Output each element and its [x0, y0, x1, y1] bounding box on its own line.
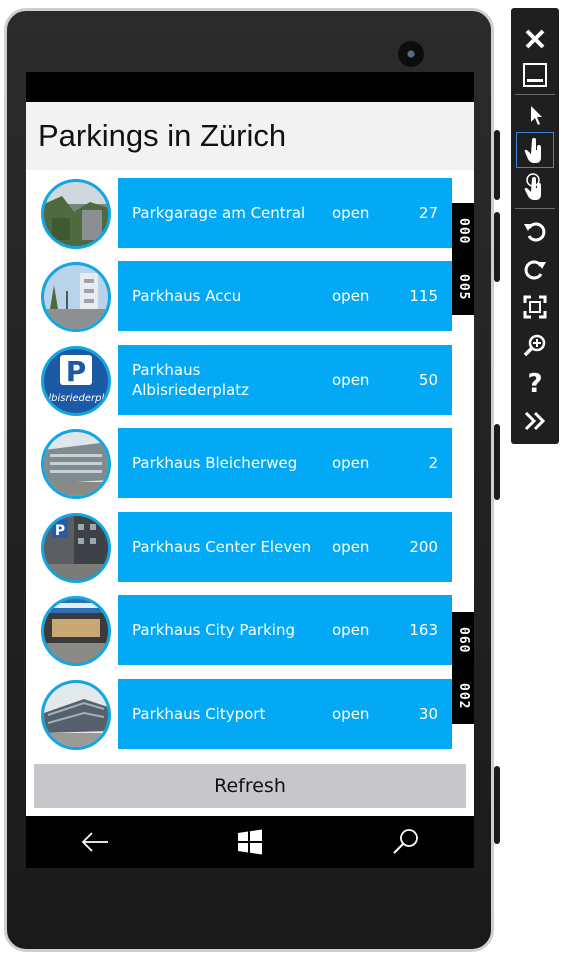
parking-list[interactable]: Parkgarage am Central open 27 Parkhaus A…	[26, 170, 474, 757]
parking-thumbnail	[41, 179, 111, 249]
page-title: Parkings in Zürich	[38, 118, 287, 153]
parking-free-count: 115	[409, 287, 438, 305]
close-button[interactable]	[517, 22, 553, 56]
refresh-area: Refresh	[26, 760, 474, 816]
more-tools-icon	[524, 411, 546, 431]
pointer-icon	[531, 106, 542, 125]
front-camera	[398, 41, 424, 67]
power-button[interactable]	[494, 424, 500, 500]
frame-counter: 000	[452, 203, 474, 259]
navigation-bar	[26, 816, 474, 868]
parking-status: open	[332, 705, 370, 723]
parking-card[interactable]: Parkhaus Accu open 115	[118, 261, 452, 331]
volume-down-button[interactable]	[494, 212, 500, 282]
svg-text:?: ?	[527, 370, 542, 396]
parking-thumbnail: P Albisriederpla	[41, 346, 111, 416]
parking-name: Parkhaus City Parking	[132, 621, 295, 639]
list-item[interactable]: Parkhaus Accu open 115	[26, 261, 474, 332]
frame-counter: 002	[452, 668, 474, 724]
parking-free-count: 163	[409, 621, 438, 639]
parking-thumbnail	[41, 680, 111, 750]
start-button[interactable]	[230, 822, 270, 862]
parking-name: Parkgarage am Central	[132, 204, 306, 222]
parking-card[interactable]: Parkhaus Albisriederplatz open 50	[118, 345, 452, 415]
parking-status: open	[332, 454, 370, 472]
parking-free-count: 50	[418, 371, 438, 389]
parking-card[interactable]: Parkhaus Cityport open 30	[118, 679, 452, 749]
svg-text:P: P	[55, 523, 65, 539]
help-button[interactable]: ?	[517, 366, 553, 400]
page-header: Parkings in Zürich	[26, 102, 474, 170]
fit-to-screen-icon	[523, 295, 547, 319]
camera-button[interactable]	[494, 766, 500, 844]
refresh-button[interactable]: Refresh	[34, 764, 466, 808]
parking-thumbnail	[41, 262, 111, 332]
parking-free-count: 30	[418, 705, 438, 723]
parking-free-count: 2	[428, 454, 438, 472]
parking-free-count: 27	[418, 204, 438, 222]
parking-name: Parkhaus Albisriederplatz	[132, 361, 250, 399]
toolbar-separator	[515, 94, 555, 95]
list-item[interactable]: P Albisriederpla Parkhaus Albisriederpla…	[26, 345, 474, 416]
parking-status: open	[332, 287, 370, 305]
search-button[interactable]	[386, 822, 426, 862]
parking-status: open	[332, 621, 370, 639]
status-bar	[26, 72, 474, 102]
parking-card[interactable]: Parkhaus Center Eleven open 200	[118, 512, 452, 582]
zoom-icon	[523, 334, 546, 357]
multi-touch-button[interactable]	[517, 170, 553, 204]
help-icon: ?	[527, 370, 542, 396]
rotate-left-icon	[524, 222, 546, 242]
back-button[interactable]	[75, 822, 115, 862]
parking-card[interactable]: Parkhaus City Parking open 163	[118, 595, 452, 665]
rotate-right-button[interactable]	[517, 252, 553, 286]
multi-touch-icon	[524, 173, 541, 200]
svg-text:P: P	[66, 355, 87, 388]
phone-screen: Parkings in Zürich Parkgarage am Central…	[26, 72, 474, 868]
thumbnail-caption: Albisriederpla	[44, 393, 108, 404]
pointer-mode-button[interactable]	[517, 98, 553, 132]
list-item[interactable]: Parkhaus Bleicherweg open 2	[26, 428, 474, 499]
back-arrow-icon	[81, 832, 108, 852]
rotate-left-button[interactable]	[517, 214, 553, 248]
list-item[interactable]: P Parkhaus Center Eleven open 200	[26, 512, 474, 583]
parking-name: Parkhaus Center Eleven	[132, 538, 311, 556]
fit-to-screen-button[interactable]	[517, 290, 553, 324]
frame-counter: 005	[452, 259, 474, 315]
close-icon	[525, 29, 545, 49]
parking-status: open	[332, 204, 370, 222]
parking-thumbnail: P	[41, 513, 111, 583]
parking-name: Parkhaus Accu	[132, 287, 242, 305]
single-touch-icon	[524, 138, 541, 163]
windows-logo-icon	[238, 829, 262, 855]
rotate-right-icon	[524, 260, 546, 280]
parking-name: Parkhaus Bleicherweg	[132, 454, 298, 472]
parking-status: open	[332, 371, 370, 389]
list-item[interactable]: Parkhaus Cityport open 30	[26, 679, 474, 750]
list-item[interactable]: Parkgarage am Central open 27	[26, 178, 474, 249]
minimize-icon	[523, 63, 547, 87]
search-icon	[393, 829, 418, 854]
list-item[interactable]: Parkhaus City Parking open 163	[26, 595, 474, 666]
more-tools-button[interactable]	[517, 404, 553, 438]
minimize-button[interactable]	[517, 58, 553, 92]
parking-thumbnail	[41, 429, 111, 499]
parking-status: open	[332, 538, 370, 556]
zoom-button[interactable]	[517, 328, 553, 362]
parking-name: Parkhaus Cityport	[132, 705, 266, 723]
toolbar-separator	[515, 208, 555, 209]
parking-card[interactable]: Parkhaus Bleicherweg open 2	[118, 428, 452, 498]
parking-thumbnail	[41, 596, 111, 666]
parking-card[interactable]: Parkgarage am Central open 27	[118, 178, 452, 248]
volume-up-button[interactable]	[494, 130, 500, 200]
parking-free-count: 200	[409, 538, 438, 556]
emulator-toolbar: ?	[511, 8, 559, 444]
frame-counter: 060	[452, 612, 474, 668]
single-touch-button[interactable]	[516, 132, 554, 168]
